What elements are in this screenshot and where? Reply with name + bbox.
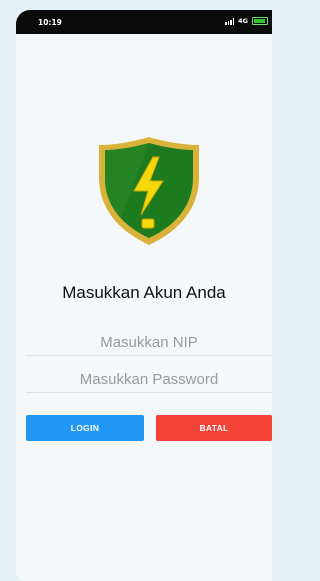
password-input[interactable] bbox=[26, 364, 272, 394]
signal-icon bbox=[225, 17, 235, 25]
network-type: 4G bbox=[238, 17, 248, 25]
cancel-button[interactable]: BATAL bbox=[156, 415, 272, 441]
status-bar: 10:19 4G bbox=[16, 10, 272, 34]
app-screen: 10:19 4G Masukkan Akun Anda LOGIN BATAL bbox=[16, 10, 272, 581]
login-title: Masukkan Akun Anda bbox=[62, 283, 226, 302]
battery-icon bbox=[252, 17, 268, 25]
status-indicators: 4G bbox=[225, 17, 268, 25]
nip-input[interactable] bbox=[26, 327, 272, 357]
nip-divider bbox=[26, 355, 272, 356]
shield-lightning-icon bbox=[99, 137, 199, 245]
password-divider bbox=[26, 392, 272, 393]
login-button[interactable]: LOGIN bbox=[26, 415, 144, 441]
status-time: 10:19 bbox=[38, 18, 62, 27]
